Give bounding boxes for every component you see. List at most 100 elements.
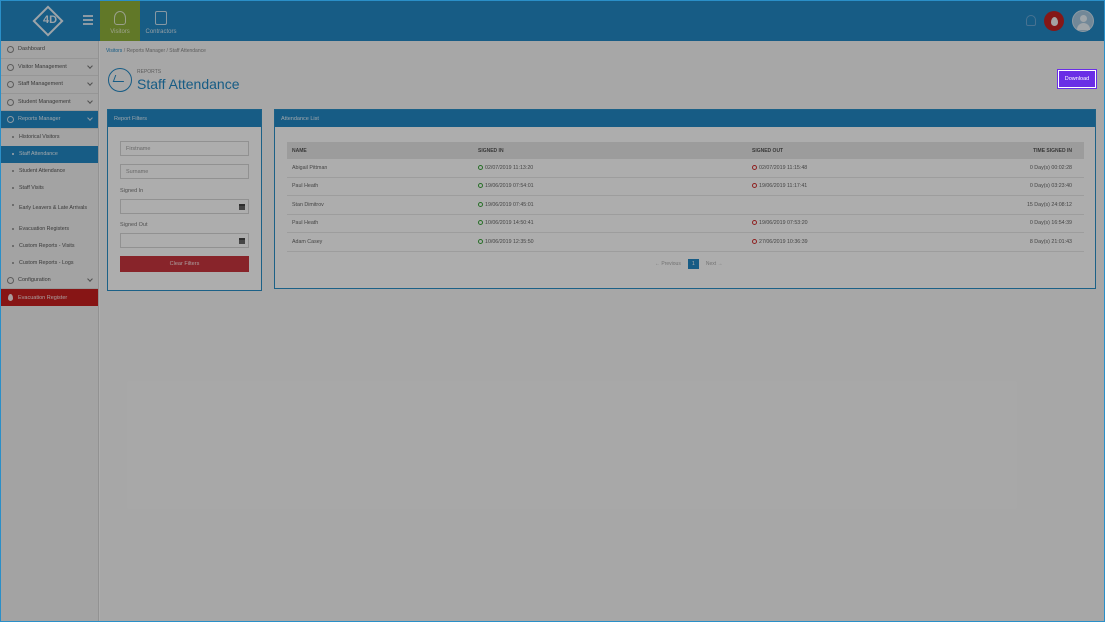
bell-icon[interactable]: [1026, 15, 1036, 26]
pagination-next[interactable]: Next →: [706, 261, 723, 267]
clock-in-icon: [478, 183, 483, 189]
signed-out-value: 19/06/2019 11:17:41: [759, 183, 808, 190]
sidebar-sub-early-leavers[interactable]: Early Leavers & Late Arrivals: [1, 197, 98, 221]
blood-drop-icon: [1050, 16, 1058, 26]
cell-signed-out: 02/07/2019 11:15:48: [752, 164, 992, 171]
cell-signed-in: 10/06/2019 14:50:41: [478, 220, 752, 226]
sidebar: Dashboard Visitor Management Staff Manag…: [1, 41, 99, 621]
table-row[interactable]: Abigail Pittman 02/07/2019 11:13:20 02/0…: [287, 159, 1084, 178]
cell-name: Adam Casey: [292, 238, 323, 245]
download-button[interactable]: Download: [1057, 69, 1097, 89]
surname-input[interactable]: Surname: [120, 164, 249, 179]
clock-out-icon: [752, 183, 757, 189]
blood-drop-icon: [8, 294, 13, 301]
attendance-list-header: Attendance List: [275, 110, 1095, 127]
signed-in-label: Signed In: [120, 188, 144, 194]
signed-in-date-input[interactable]: [120, 199, 249, 214]
column-header-signed-out[interactable]: Signed Out: [752, 148, 992, 154]
clock-in-icon: [478, 220, 483, 226]
page-subtitle: Reports: [137, 69, 162, 75]
sidebar-item-staff-management[interactable]: Staff Management: [1, 76, 98, 94]
pagination-previous[interactable]: ← Previous: [655, 261, 681, 267]
sidebar-item-label: Configuration: [18, 276, 51, 283]
report-filters-header: Report Filters: [108, 110, 261, 127]
tab-visitors-label: Visitors: [110, 29, 130, 35]
cell-name: Abigail Pittman: [292, 164, 328, 171]
clear-filters-button[interactable]: Clear Filters: [120, 256, 249, 272]
dashboard-icon: [7, 46, 14, 53]
signed-out-value: 19/06/2019 07:53:20: [759, 220, 808, 227]
attendance-list-panel: Attendance List Name Signed In Signed Ou…: [274, 109, 1096, 289]
cell-time: 15 Day(s) 24:08:12: [1026, 201, 1072, 208]
reports-chart-icon: [108, 68, 132, 92]
top-bar: 4D Visitors Contractors: [1, 1, 1104, 41]
cell-time: 0 Day(s) 03:23:40: [1029, 183, 1072, 190]
reports-icon: [7, 116, 14, 123]
sidebar-item-visitor-management[interactable]: Visitor Management: [1, 59, 98, 76]
cell-signed-out: 19/06/2019 07:53:20: [752, 220, 992, 226]
clock-in-icon: [478, 238, 483, 244]
sidebar-item-label: Visitor Management: [18, 63, 67, 70]
chevron-down-icon: [87, 115, 93, 121]
breadcrumb-middle[interactable]: Reports Manager: [126, 48, 165, 54]
sidebar-item-student-management[interactable]: Student Management: [1, 94, 98, 111]
sidebar-sub-staff-visits[interactable]: Staff Visits: [1, 180, 98, 197]
sidebar-sub-staff-attendance[interactable]: Staff Attendance: [1, 145, 98, 163]
signed-in-value: 10/06/2019 14:50:41: [485, 220, 534, 227]
sidebar-item-evacuation-register[interactable]: Evacuation Register: [1, 289, 98, 306]
clock-out-icon: [752, 164, 757, 170]
sidebar-item-reports-manager[interactable]: Reports Manager: [1, 111, 98, 129]
visitor-icon: [114, 11, 126, 25]
signed-in-value: 02/07/2019 11:13:20: [485, 164, 534, 171]
cell-signed-out: 27/06/2019 10:36:39: [752, 238, 992, 245]
sidebar-item-label: Dashboard: [18, 46, 45, 53]
sidebar-item-label: Reports Manager: [18, 116, 61, 123]
report-filters-panel: Report Filters Firstname Surname Signed …: [107, 109, 262, 291]
tab-visitors[interactable]: Visitors: [100, 1, 140, 41]
sidebar-item-label: Student Management: [18, 98, 71, 105]
evacuation-alert-button[interactable]: [1044, 11, 1064, 31]
avatar[interactable]: [1072, 10, 1094, 32]
breadcrumb-root[interactable]: Visitors: [106, 48, 122, 54]
attendance-table: Name Signed In Signed Out Time Signed In…: [287, 142, 1084, 252]
menu-toggle-icon[interactable]: [83, 15, 93, 25]
signed-out-value: 02/07/2019 11:15:48: [759, 164, 808, 171]
column-header-name[interactable]: Name: [287, 148, 478, 154]
cell-signed-in: 19/06/2019 07:45:01: [478, 201, 752, 208]
cell-name: Paul Heath: [292, 220, 319, 227]
clock-out-icon: [752, 238, 757, 244]
column-header-signed-in[interactable]: Signed In: [478, 148, 752, 154]
clock-in-icon: [478, 201, 483, 207]
calendar-icon[interactable]: [239, 238, 245, 244]
table-row[interactable]: Paul Heath 10/06/2019 14:50:41 19/06/201…: [287, 215, 1084, 233]
main-content: Visitors / Reports Manager / Staff Atten…: [100, 41, 1104, 621]
tab-contractors[interactable]: Contractors: [141, 1, 181, 41]
sidebar-sub-historical-visitors[interactable]: Historical Visitors: [1, 129, 98, 146]
signed-out-date-input[interactable]: [120, 233, 249, 248]
staff-icon: [7, 81, 14, 88]
sidebar-item-dashboard[interactable]: Dashboard: [1, 41, 98, 59]
column-header-time-signed-in[interactable]: Time Signed In: [992, 148, 1084, 154]
user-icon: [7, 63, 14, 71]
avatar-head-icon: [1080, 15, 1087, 22]
table-row[interactable]: Adam Casey 10/06/2019 12:35:50 27/06/201…: [287, 233, 1084, 252]
sidebar-sub-student-attendance[interactable]: Student Attendance: [1, 163, 98, 180]
sidebar-sub-custom-reports-logs[interactable]: Custom Reports - Logs: [1, 255, 98, 272]
cell-time: 8 Day(s) 21:01:43: [1029, 238, 1072, 245]
sidebar-sub-evacuation-registers[interactable]: Evacuation Registers: [1, 221, 98, 238]
calendar-icon[interactable]: [239, 204, 245, 210]
cell-signed-out: 19/06/2019 11:17:41: [752, 183, 992, 189]
chevron-down-icon: [87, 80, 93, 86]
cell-signed-in: 02/07/2019 11:13:20: [478, 164, 752, 171]
table-row[interactable]: Stan Dimitrov 19/06/2019 07:45:01 15 Day…: [287, 196, 1084, 215]
table-header: Name Signed In Signed Out Time Signed In: [287, 142, 1084, 159]
sidebar-item-configuration[interactable]: Configuration: [1, 272, 98, 289]
clock-in-icon: [478, 164, 483, 170]
firstname-input[interactable]: Firstname: [120, 141, 249, 156]
cell-signed-in: 10/06/2019 12:35:50: [478, 238, 752, 245]
table-row[interactable]: Paul Heath 19/06/2019 07:54:01 19/06/201…: [287, 178, 1084, 196]
clock-out-icon: [752, 220, 757, 226]
pagination-page-1[interactable]: 1: [687, 259, 699, 269]
page-title: Staff Attendance: [137, 76, 240, 92]
sidebar-sub-custom-reports-visits[interactable]: Custom Reports - Visits: [1, 238, 98, 255]
